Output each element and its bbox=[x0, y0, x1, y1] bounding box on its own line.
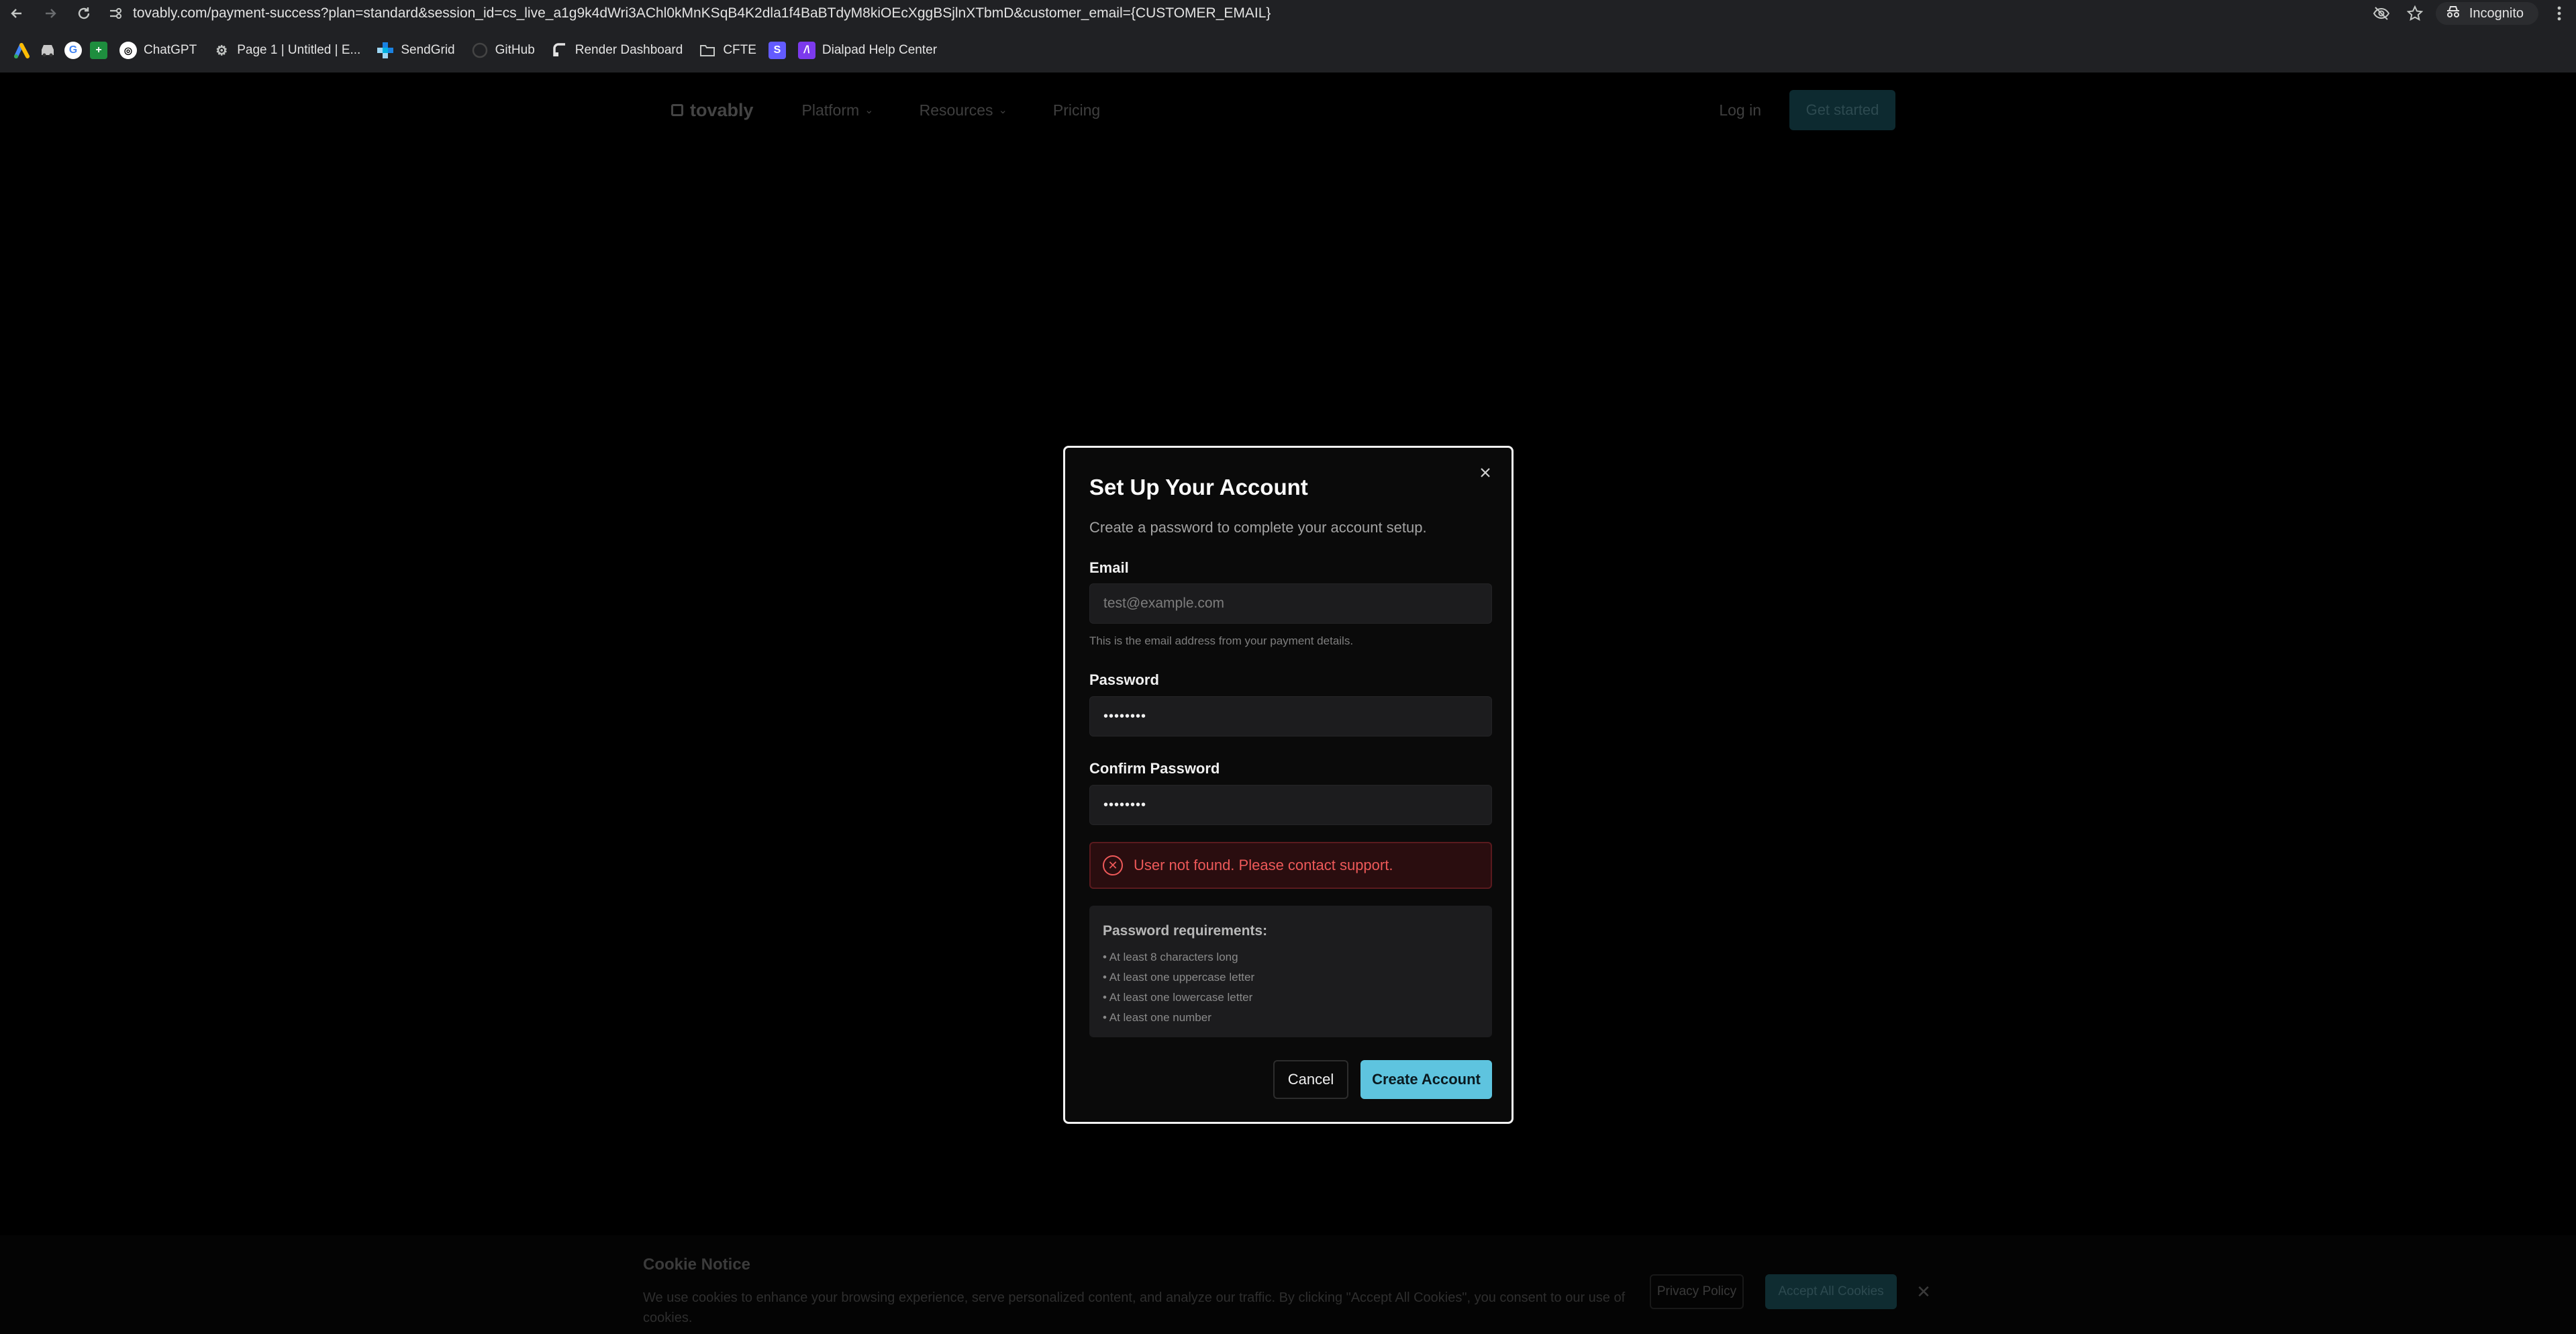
more-menu-icon[interactable] bbox=[2542, 0, 2576, 27]
page-viewport: tovably Platform ⌄ Resources ⌄ Pricing Log… bbox=[0, 73, 2576, 1334]
chatgpt-icon: ◎ bbox=[119, 42, 137, 59]
site-info-icon[interactable] bbox=[101, 0, 130, 27]
bookmark-render[interactable]: Render Dashboard bbox=[543, 36, 691, 65]
error-alert: ✕ User not found. Please contact support… bbox=[1089, 842, 1492, 889]
error-x-circle-icon: ✕ bbox=[1103, 855, 1123, 875]
back-icon[interactable] bbox=[0, 0, 34, 27]
bookmark-page-1[interactable]: ⚙ Page 1 | Untitled | E... bbox=[205, 36, 368, 65]
bookmark-dialpad[interactable]: /\ Dialpad Help Center bbox=[790, 36, 945, 65]
close-icon[interactable] bbox=[1474, 461, 1497, 484]
forward-icon[interactable] bbox=[34, 0, 67, 27]
brand-logo[interactable]: tovably bbox=[671, 100, 754, 121]
create-account-button[interactable]: Create Account bbox=[1360, 1060, 1492, 1099]
github-icon bbox=[471, 42, 489, 59]
bookmark-google[interactable]: G bbox=[60, 36, 86, 65]
brand-name: tovably bbox=[690, 99, 754, 120]
address-bar[interactable]: tovably.com/payment-success?plan=standar… bbox=[133, 5, 1271, 21]
dialog-subtitle: Create a password to complete your accou… bbox=[1089, 519, 1427, 536]
incognito-label: Incognito bbox=[2469, 5, 2524, 21]
cookie-title: Cookie Notice bbox=[643, 1255, 751, 1274]
nav-resources[interactable]: Resources ⌄ bbox=[920, 101, 1007, 120]
password-label: Password bbox=[1089, 671, 1159, 688]
cookie-text: We use cookies to enhance your browsing … bbox=[643, 1290, 1626, 1325]
sheets-icon: + bbox=[90, 42, 107, 59]
page-icon: ⚙ bbox=[215, 43, 228, 58]
login-link[interactable]: Log in bbox=[1719, 101, 1761, 120]
requirement-item: • At least 8 characters long bbox=[1103, 951, 1238, 963]
chevron-down-icon: ⌄ bbox=[864, 105, 874, 116]
nav-platform[interactable]: Platform ⌄ bbox=[802, 101, 874, 120]
get-started-button[interactable]: Get started bbox=[1789, 90, 1895, 130]
confirm-password-field[interactable]: •••••••• bbox=[1089, 785, 1492, 825]
bookmark-github[interactable]: GitHub bbox=[463, 36, 543, 65]
privacy-policy-button[interactable]: Privacy Policy bbox=[1650, 1274, 1744, 1309]
password-field[interactable]: •••••••• bbox=[1089, 696, 1492, 736]
bookmark-drive[interactable] bbox=[35, 36, 60, 65]
bookmark-cfte[interactable]: CFTE bbox=[691, 36, 764, 65]
sendgrid-icon bbox=[377, 42, 394, 59]
chevron-down-icon: ⌄ bbox=[998, 105, 1007, 116]
confirm-password-label: Confirm Password bbox=[1089, 760, 1220, 777]
email-field[interactable]: test@example.com bbox=[1089, 583, 1492, 624]
password-value: •••••••• bbox=[1103, 708, 1147, 724]
car-icon bbox=[39, 42, 56, 59]
bookmark-sendgrid[interactable]: SendGrid bbox=[368, 36, 462, 65]
eye-off-icon[interactable] bbox=[2365, 0, 2398, 27]
folder-icon bbox=[699, 42, 716, 59]
requirement-item: • At least one lowercase letter bbox=[1103, 991, 1253, 1004]
render-icon bbox=[551, 42, 568, 59]
confirm-password-value: •••••••• bbox=[1103, 797, 1147, 812]
bookmark-chatgpt[interactable]: ◎ ChatGPT bbox=[111, 36, 205, 65]
cancel-button[interactable]: Cancel bbox=[1273, 1060, 1348, 1099]
google-icon: G bbox=[64, 42, 82, 59]
accept-cookies-button[interactable]: Accept All Cookies bbox=[1765, 1274, 1897, 1309]
logo-icon bbox=[671, 104, 683, 116]
bookmark-s[interactable]: S bbox=[764, 36, 790, 65]
reload-icon[interactable] bbox=[67, 0, 101, 27]
close-icon[interactable]: ✕ bbox=[1912, 1280, 1936, 1304]
email-help-text: This is the email address from your paym… bbox=[1089, 634, 1354, 647]
bookmark-google-ads[interactable] bbox=[9, 36, 35, 65]
s-icon: S bbox=[768, 42, 786, 59]
setup-account-dialog: Set Up Your Account Create a password to… bbox=[1063, 446, 1514, 1124]
email-label: Email bbox=[1089, 559, 1129, 576]
bookmark-sheets[interactable]: + bbox=[86, 36, 111, 65]
incognito-badge[interactable]: Incognito bbox=[2435, 2, 2538, 25]
requirement-item: • At least one uppercase letter bbox=[1103, 971, 1255, 984]
site-header: tovably Platform ⌄ Resources ⌄ Pricing Log… bbox=[671, 81, 1895, 140]
requirement-item: • At least one number bbox=[1103, 1011, 1211, 1024]
incognito-icon bbox=[2445, 5, 2461, 22]
browser-toolbar: tovably.com/payment-success?plan=standar… bbox=[0, 0, 2576, 27]
google-ads-icon bbox=[13, 42, 31, 59]
error-message: User not found. Please contact support. bbox=[1134, 857, 1393, 873]
dialog-title: Set Up Your Account bbox=[1089, 475, 1308, 499]
site-nav: Platform ⌄ Resources ⌄ Pricing bbox=[802, 101, 1101, 120]
password-requirements: Password requirements: • At least 8 char… bbox=[1089, 906, 1492, 1037]
nav-pricing[interactable]: Pricing bbox=[1053, 101, 1100, 120]
star-icon[interactable] bbox=[2398, 0, 2432, 27]
requirements-title: Password requirements: bbox=[1103, 923, 1268, 939]
dialpad-icon: /\ bbox=[797, 42, 815, 59]
cookie-banner: Cookie Notice We use cookies to enhance … bbox=[0, 1235, 2576, 1334]
